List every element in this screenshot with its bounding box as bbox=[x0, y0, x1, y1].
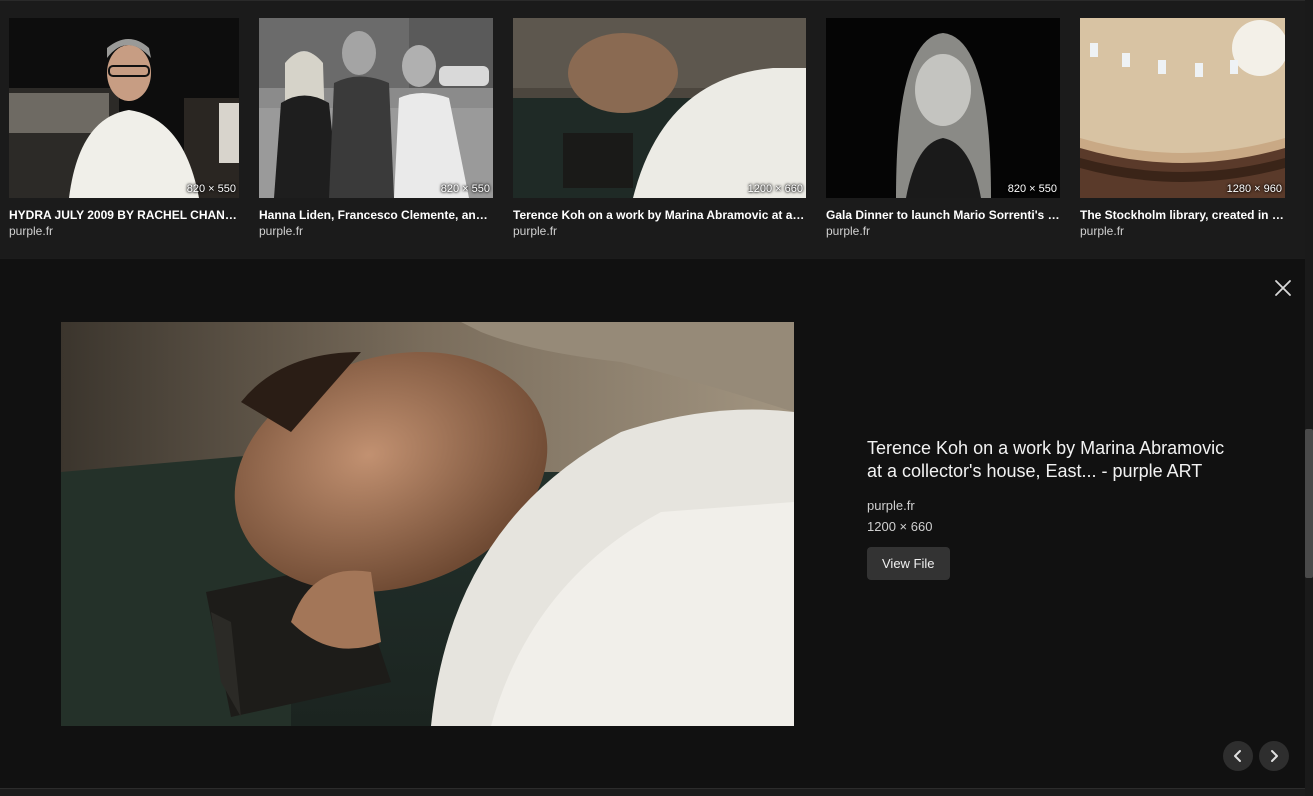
thumbnail-item[interactable]: 820 × 550 Hanna Liden, Francesco Clement… bbox=[259, 18, 493, 240]
thumbnail-image[interactable] bbox=[1080, 18, 1285, 198]
thumbnail-source[interactable]: purple.fr bbox=[9, 224, 53, 238]
thumbnail-item[interactable]: 1280 × 960 The Stockholm library, create… bbox=[1080, 18, 1285, 240]
thumbnail-image[interactable] bbox=[513, 18, 806, 198]
thumbnail-title[interactable]: Hanna Liden, Francesco Clemente, and Ter… bbox=[259, 208, 493, 222]
preview-image[interactable] bbox=[61, 322, 794, 726]
divider bbox=[0, 788, 1305, 796]
thumbnail-dimensions: 820 × 550 bbox=[440, 183, 490, 195]
thumbnail-dimensions: 820 × 550 bbox=[186, 183, 236, 195]
preview-dimensions: 1200 × 660 bbox=[867, 519, 933, 534]
thumbnail-item[interactable]: 820 × 550 Gala Dinner to launch Mario So… bbox=[826, 18, 1060, 240]
thumbnail-title[interactable]: Gala Dinner to launch Mario Sorrenti's b… bbox=[826, 208, 1060, 222]
view-file-button[interactable]: View File bbox=[867, 547, 950, 580]
chevron-left-icon bbox=[1234, 750, 1241, 762]
preview-info: Terence Koh on a work by Marina Abramovi… bbox=[867, 437, 1237, 580]
close-button[interactable] bbox=[1272, 277, 1294, 299]
chevron-right-icon bbox=[1271, 750, 1278, 762]
thumbnail-item[interactable]: 1200 × 660 Terence Koh on a work by Mari… bbox=[513, 18, 806, 240]
previous-button[interactable] bbox=[1223, 741, 1253, 771]
thumbnail-image[interactable] bbox=[826, 18, 1060, 198]
thumbnail-item[interactable]: 820 × 550 HYDRA JULY 2009 BY RACHEL CHAN… bbox=[9, 18, 239, 240]
vertical-scrollbar[interactable] bbox=[1305, 0, 1313, 796]
thumbnail-source[interactable]: purple.fr bbox=[826, 224, 870, 238]
thumbnail-dimensions: 1200 × 660 bbox=[747, 183, 803, 195]
thumbnail-title[interactable]: Terence Koh on a work by Marina Abramovi… bbox=[513, 208, 806, 222]
thumbnail-source[interactable]: purple.fr bbox=[513, 224, 557, 238]
close-icon bbox=[1275, 280, 1291, 296]
image-preview-panel: Terence Koh on a work by Marina Abramovi… bbox=[0, 259, 1305, 788]
scrollbar-thumb[interactable] bbox=[1305, 429, 1313, 578]
thumbnail-source[interactable]: purple.fr bbox=[1080, 224, 1124, 238]
thumbnail-title[interactable]: HYDRA JULY 2009 BY RACHEL CHANDLER bbox=[9, 208, 239, 222]
preview-source[interactable]: purple.fr bbox=[867, 498, 1237, 513]
thumbnail-image[interactable] bbox=[259, 18, 493, 198]
thumbnail-strip: 820 × 550 HYDRA JULY 2009 BY RACHEL CHAN… bbox=[0, 0, 1305, 258]
thumbnail-title[interactable]: The Stockholm library, created in 1928 bbox=[1080, 208, 1285, 222]
thumbnail-source[interactable]: purple.fr bbox=[259, 224, 303, 238]
thumbnail-dimensions: 1280 × 960 bbox=[1226, 183, 1282, 195]
divider bbox=[0, 0, 1305, 1]
thumbnail-image[interactable] bbox=[9, 18, 239, 198]
thumbnail-dimensions: 820 × 550 bbox=[1007, 183, 1057, 195]
next-button[interactable] bbox=[1259, 741, 1289, 771]
image-search-page: 820 × 550 HYDRA JULY 2009 BY RACHEL CHAN… bbox=[0, 0, 1313, 796]
preview-title[interactable]: Terence Koh on a work by Marina Abramovi… bbox=[867, 437, 1237, 483]
